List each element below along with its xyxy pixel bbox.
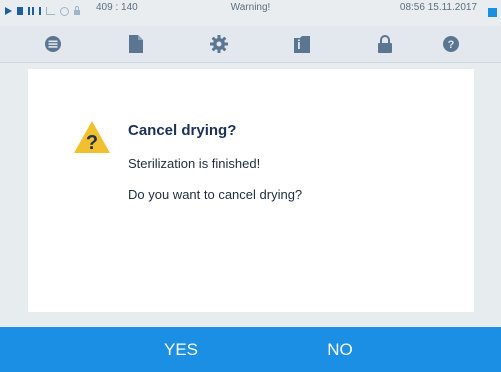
status-datetime: 08:56 15.11.2017 <box>399 2 477 13</box>
help-icon: ? <box>442 36 459 52</box>
svg-text:?: ? <box>447 39 454 51</box>
lock-icon <box>377 35 392 53</box>
document-icon <box>128 35 143 53</box>
dialog-message-question: Do you want to cancel drying? <box>128 187 303 202</box>
nav-help-button[interactable]: ? <box>409 26 492 62</box>
nav-documents-button[interactable] <box>94 26 177 62</box>
status-indicator <box>488 8 497 17</box>
status-bar: 409 : 140 Warning! 08:56 15.11.2017 <box>0 0 501 26</box>
dialog-message-status: Sterilization is finished! <box>128 156 261 171</box>
nav-bar: ? <box>0 26 501 63</box>
menu-icon <box>44 36 61 52</box>
yes-button[interactable]: YES <box>96 327 266 372</box>
dialog-panel: ? Cancel drying? Sterilization is finish… <box>28 69 474 312</box>
dialog-title: Cancel drying? <box>128 122 237 139</box>
nav-menu-button[interactable] <box>11 26 94 62</box>
settings-gear-icon <box>209 35 228 53</box>
nav-info-button[interactable] <box>260 26 343 62</box>
no-button[interactable]: NO <box>255 327 425 372</box>
action-bar: YES NO <box>0 327 501 372</box>
nav-settings-button[interactable] <box>177 26 260 62</box>
info-folder-icon <box>293 36 310 53</box>
warning-icon: ? <box>74 121 110 154</box>
svg-text:?: ? <box>86 132 98 154</box>
